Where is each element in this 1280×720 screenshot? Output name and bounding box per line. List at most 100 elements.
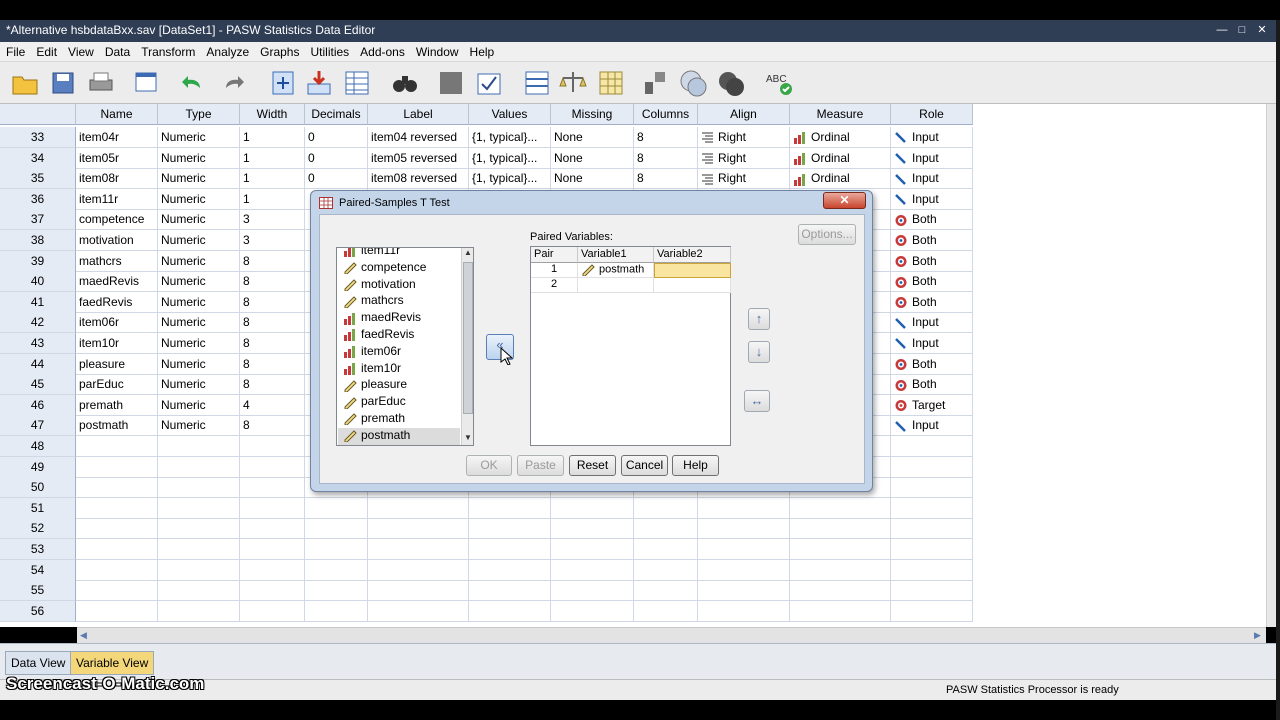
menu-view[interactable]: View	[62, 42, 99, 60]
cell-width[interactable]: 8	[240, 415, 305, 437]
cell-name[interactable]: postmath	[76, 415, 158, 437]
cell-measure[interactable]	[790, 559, 891, 581]
column-header-values[interactable]: Values	[469, 104, 551, 125]
cell-label[interactable]: item04 reversed	[368, 127, 469, 148]
cell-role[interactable]: Both	[891, 209, 973, 231]
cell-label[interactable]	[368, 600, 469, 622]
cell-values[interactable]	[469, 580, 551, 602]
dialog-close-button[interactable]: ✕	[823, 192, 866, 209]
cell-dec[interactable]	[305, 497, 368, 519]
cell-dec[interactable]: 0	[305, 127, 368, 148]
cell-measure[interactable]: Ordinal	[790, 147, 891, 169]
cell-values[interactable]	[469, 559, 551, 581]
cell-width[interactable]	[240, 497, 305, 519]
select-cases-icon[interactable]	[596, 68, 626, 98]
cell-type[interactable]	[158, 559, 240, 581]
cell-measure[interactable]: Ordinal	[790, 168, 891, 190]
column-header-type[interactable]: Type	[158, 104, 240, 125]
menu-transform[interactable]: Transform	[135, 42, 200, 60]
cell-name[interactable]: faedRevis	[76, 291, 158, 313]
cell-width[interactable]: 3	[240, 230, 305, 251]
cell-width[interactable]: 8	[240, 312, 305, 334]
cell-width[interactable]: 8	[240, 333, 305, 354]
cell-width[interactable]: 1	[240, 127, 305, 148]
save-icon[interactable]	[48, 68, 78, 98]
menu-edit[interactable]: Edit	[30, 42, 62, 60]
column-header-align[interactable]: Align	[698, 104, 790, 125]
row-number[interactable]: 48	[0, 436, 76, 457]
cell-name[interactable]: item05r	[76, 147, 158, 169]
cell-dec[interactable]	[305, 559, 368, 581]
cell-role[interactable]: Input	[891, 147, 973, 169]
cell-align[interactable]	[698, 497, 790, 519]
row-number[interactable]: 34	[0, 147, 76, 169]
cell-name[interactable]	[76, 497, 158, 519]
cell-missing[interactable]	[551, 600, 634, 622]
cell-width[interactable]	[240, 477, 305, 499]
cell-name[interactable]	[76, 436, 158, 457]
find-icon[interactable]	[390, 68, 420, 98]
column-header-label[interactable]: Label	[368, 104, 469, 125]
column-header-name[interactable]: Name	[76, 104, 158, 125]
cell-type[interactable]: Numeric	[158, 147, 240, 169]
cell-type[interactable]	[158, 600, 240, 622]
open-icon[interactable]	[10, 68, 40, 98]
cell-type[interactable]	[158, 580, 240, 602]
cell-name[interactable]: item11r	[76, 188, 158, 210]
maximize-icon[interactable]: □	[1232, 22, 1252, 38]
cell-width[interactable]: 4	[240, 394, 305, 416]
cell-dec[interactable]: 0	[305, 147, 368, 169]
cell-role[interactable]: Input	[891, 333, 973, 354]
row-number[interactable]: 46	[0, 394, 76, 416]
value-labels-icon[interactable]	[642, 68, 672, 98]
cell-type[interactable]: Numeric	[158, 230, 240, 251]
cell-role[interactable]: Both	[891, 291, 973, 313]
row-number[interactable]: 39	[0, 250, 76, 272]
cell-type[interactable]: Numeric	[158, 291, 240, 313]
move-up-button[interactable]: ↑	[748, 308, 770, 330]
cell-width[interactable]	[240, 539, 305, 560]
cell-name[interactable]: motivation	[76, 230, 158, 251]
minimize-icon[interactable]: —	[1212, 22, 1232, 38]
show-all-icon[interactable]	[716, 68, 746, 98]
close-icon[interactable]: ✕	[1252, 22, 1272, 38]
cell-type[interactable]	[158, 477, 240, 499]
row-number[interactable]: 53	[0, 539, 76, 560]
cell-missing[interactable]: None	[551, 127, 634, 148]
scroll-down-icon[interactable]: ▼	[464, 433, 472, 442]
cell-width[interactable]	[240, 456, 305, 478]
cell-dec[interactable]	[305, 600, 368, 622]
cell-name[interactable]	[76, 456, 158, 478]
cell-align[interactable]: Right	[698, 147, 790, 169]
cell-measure[interactable]	[790, 497, 891, 519]
cell-type[interactable]: Numeric	[158, 209, 240, 231]
cancel-button[interactable]: Cancel	[621, 455, 668, 476]
cell-name[interactable]: pleasure	[76, 353, 158, 375]
cell-label[interactable]	[368, 539, 469, 560]
cell-width[interactable]	[240, 600, 305, 622]
menu-file[interactable]: File	[0, 42, 30, 60]
row-number[interactable]: 50	[0, 477, 76, 499]
help-button[interactable]: Help	[672, 455, 719, 476]
cell-type[interactable]: Numeric	[158, 127, 240, 148]
cell-role[interactable]: Input	[891, 312, 973, 334]
cell-missing[interactable]: None	[551, 168, 634, 190]
cell-role[interactable]	[891, 600, 973, 622]
cell-width[interactable]: 8	[240, 374, 305, 396]
list-item[interactable]: competence	[343, 260, 426, 277]
variables-icon[interactable]	[342, 68, 372, 98]
goto-case-icon[interactable]	[268, 68, 298, 98]
cell-missing[interactable]	[551, 518, 634, 540]
cell-values[interactable]: {1, typical}...	[469, 168, 551, 190]
cell-type[interactable]: Numeric	[158, 250, 240, 272]
cell-name[interactable]: item10r	[76, 333, 158, 354]
pair-cell-pair[interactable]: 2	[531, 278, 578, 293]
column-header-role[interactable]: Role	[891, 104, 973, 125]
cell-role[interactable]	[891, 497, 973, 519]
cell-width[interactable]: 1	[240, 147, 305, 169]
cell-dec[interactable]: 0	[305, 168, 368, 190]
column-header-missing[interactable]: Missing	[551, 104, 634, 125]
list-item[interactable]: maedRevis	[343, 310, 421, 327]
column-header-decimals[interactable]: Decimals	[305, 104, 368, 125]
cell-align[interactable]	[698, 559, 790, 581]
